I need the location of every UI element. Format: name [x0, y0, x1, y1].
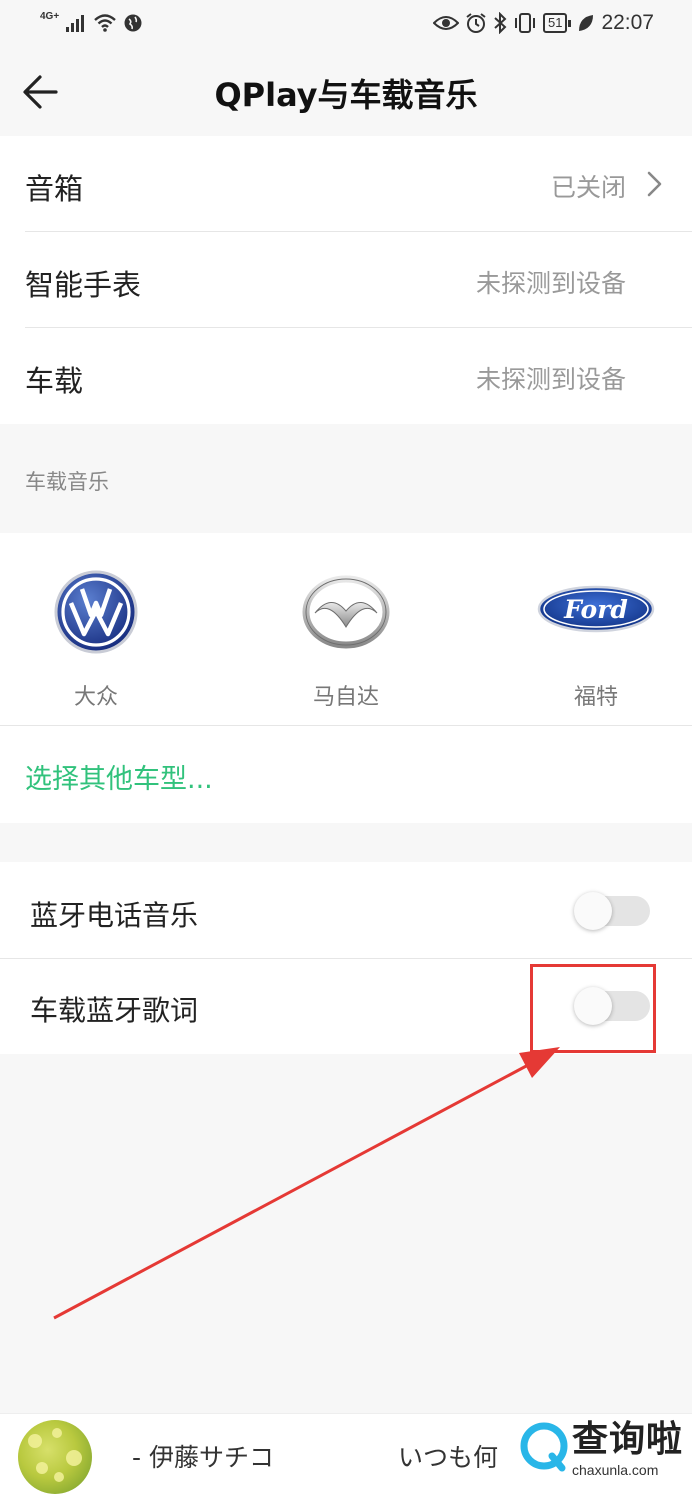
app-header: QPlay与车载音乐 [0, 48, 692, 136]
network-type: 4G+ [40, 10, 60, 22]
volkswagen-logo-icon [54, 570, 138, 654]
divider [0, 725, 692, 726]
device-label: 智能手表 [25, 268, 142, 302]
device-list: 音箱 已关闭 智能手表 未探测到设备 车载 未探测到设备 [0, 136, 692, 424]
brand-mazda[interactable]: 马自达 [266, 567, 426, 711]
watermark-logo-icon [517, 1419, 571, 1473]
toggle-knob [574, 892, 612, 930]
track-artist[interactable]: - 伊藤サチコ [132, 1438, 274, 1474]
brand-volkswagen[interactable]: 大众 [16, 567, 176, 711]
section-header-car-music: 车载音乐 [25, 470, 109, 494]
svg-text:Ford: Ford [563, 595, 628, 624]
page-title: QPlay与车载音乐 [214, 76, 478, 114]
signal-icon [66, 15, 85, 32]
setting-label: 车载蓝牙歌词 [30, 994, 199, 1027]
clock: 22:07 [601, 11, 654, 34]
status-bar: 4G+ 51 22:07 [0, 0, 692, 48]
brand-name: 大众 [73, 685, 118, 710]
wifi-icon [94, 14, 116, 32]
chevron-right-icon [647, 171, 662, 197]
album-cover[interactable] [18, 1420, 92, 1494]
device-status: 已关闭 [550, 173, 626, 202]
brand-ford[interactable]: Ford 福特 [516, 567, 676, 711]
device-status: 未探测到设备 [475, 365, 626, 394]
globe-icon [124, 14, 142, 32]
device-row-watch[interactable]: 智能手表 未探测到设备 [0, 232, 692, 328]
vibrate-icon [514, 13, 535, 33]
device-label: 音箱 [25, 172, 84, 206]
select-other-car-link[interactable]: 选择其他车型... [25, 757, 213, 796]
ford-logo-icon: Ford [537, 585, 655, 633]
mazda-logo-icon [302, 575, 390, 649]
device-label: 车载 [25, 364, 84, 398]
device-status: 未探测到设备 [475, 269, 626, 298]
eye-icon [432, 16, 459, 30]
alarm-icon [466, 13, 486, 33]
brand-name: 福特 [573, 685, 618, 710]
device-row-speaker[interactable]: 音箱 已关闭 [0, 136, 692, 232]
track-title[interactable]: いつも何 [398, 1438, 508, 1474]
setting-row-bluetooth-phone-music: 蓝牙电话音乐 [0, 862, 692, 958]
watermark: 查询啦 chaxunla.com [512, 1408, 688, 1488]
bluetooth-phone-music-toggle[interactable] [574, 892, 650, 930]
annotation-highlight-box [530, 964, 656, 1053]
leaf-icon [579, 15, 594, 31]
watermark-text: 查询啦 [572, 1418, 684, 1460]
setting-label: 蓝牙电话音乐 [30, 899, 199, 932]
device-row-car[interactable]: 车载 未探测到设备 [0, 328, 692, 424]
watermark-url: chaxunla.com [572, 1462, 659, 1478]
battery-indicator: 51 [542, 13, 572, 33]
bluetooth-icon [494, 12, 507, 34]
brand-name: 马自达 [312, 685, 379, 710]
